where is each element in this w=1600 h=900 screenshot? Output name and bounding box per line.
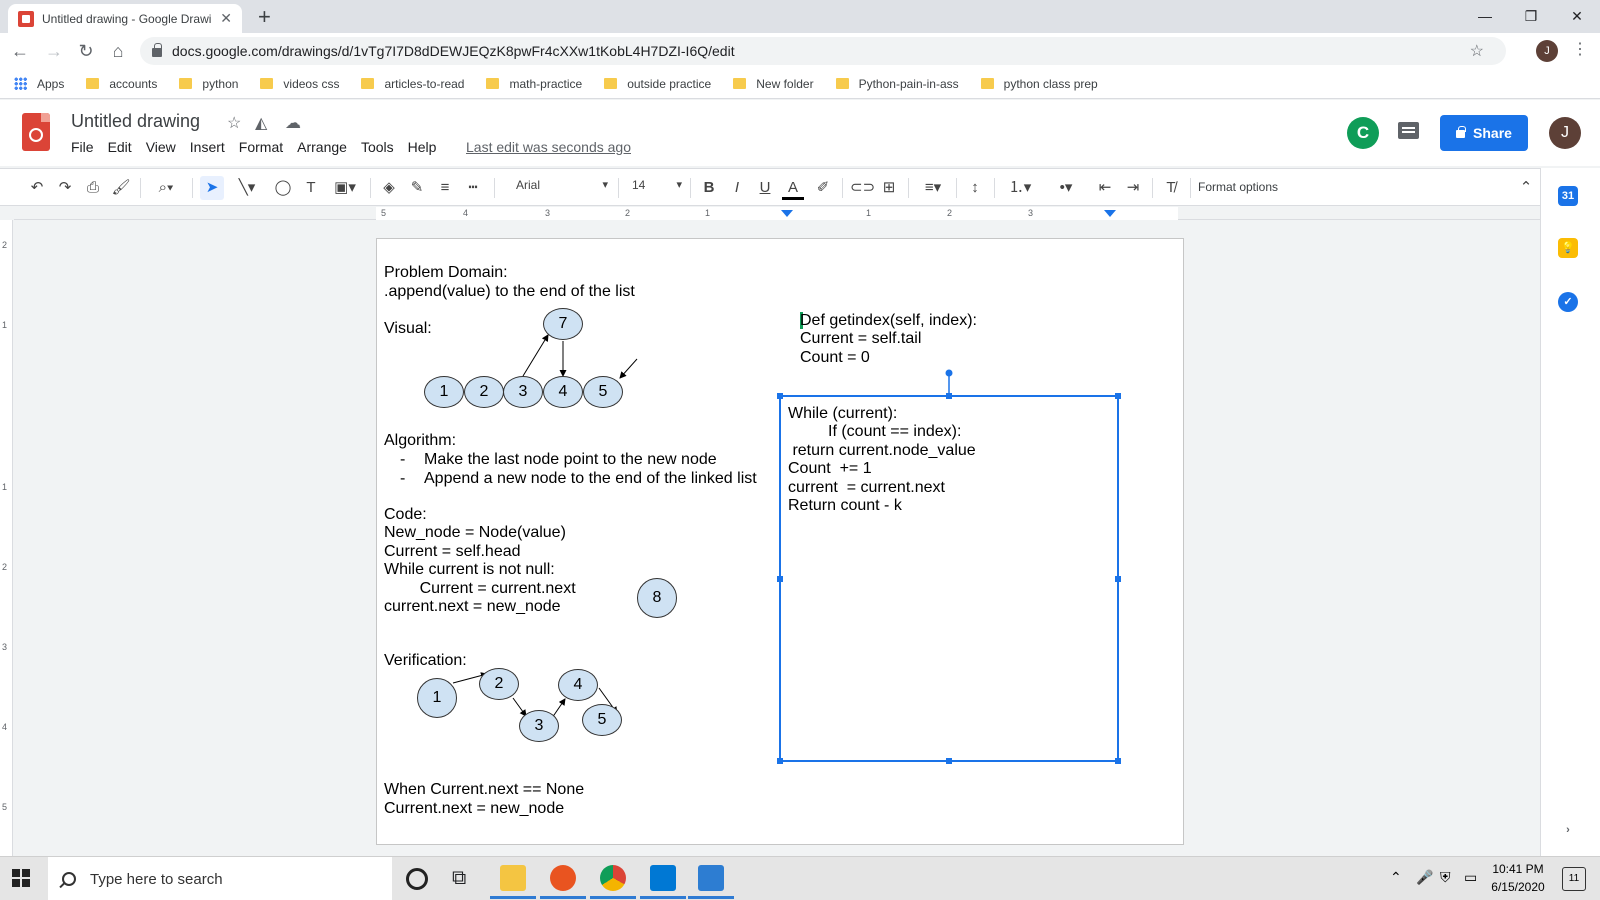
code-label[interactable]: Code:: [384, 506, 427, 525]
resize-handle[interactable]: [946, 393, 952, 399]
rotate-handle[interactable]: [945, 369, 953, 377]
side-panel: 31 💡 ✓ ›: [1540, 168, 1600, 856]
resize-handle[interactable]: [777, 758, 783, 764]
file-explorer-icon[interactable]: [490, 865, 536, 899]
keep-icon[interactable]: 💡: [1558, 238, 1578, 258]
tray-chevron-icon[interactable]: ⌃: [1390, 869, 1402, 886]
problem-domain-label[interactable]: Problem Domain:: [384, 264, 508, 283]
loop-line[interactable]: Return count - k: [788, 497, 902, 516]
visual-node[interactable]: 5: [583, 376, 623, 408]
algorithm-step[interactable]: Make the last node point to the new node: [424, 451, 717, 470]
taskbar-search[interactable]: Type here to search: [48, 857, 392, 900]
loop-line[interactable]: If (count == index):: [788, 423, 961, 442]
visual-label[interactable]: Visual:: [384, 320, 432, 339]
clock-date[interactable]: 6/15/2020: [1488, 880, 1548, 894]
bullet-marker: -: [400, 451, 406, 468]
task-view-icon[interactable]: ⧉: [452, 865, 478, 891]
verification-node[interactable]: 4: [558, 669, 598, 701]
verification-node[interactable]: 5: [582, 704, 622, 736]
append-description[interactable]: .append(value) to the end of the list: [384, 283, 635, 302]
verification-node[interactable]: 2: [479, 668, 519, 700]
verification-node[interactable]: 3: [519, 710, 559, 742]
getindex-line[interactable]: Current = self.tail: [800, 330, 921, 349]
verification-label[interactable]: Verification:: [384, 652, 467, 671]
visual-node[interactable]: 2: [464, 376, 504, 408]
defender-icon[interactable]: ⛨: [1440, 869, 1451, 886]
expand-panel-icon[interactable]: ›: [1558, 820, 1578, 840]
loop-line[interactable]: While (current):: [788, 405, 897, 424]
cortana-icon[interactable]: [406, 868, 428, 890]
code-line[interactable]: New_node = Node(value): [384, 524, 566, 543]
bullet-marker: -: [400, 470, 406, 487]
footer-line[interactable]: When Current.next == None: [384, 781, 584, 800]
app-icon[interactable]: [688, 865, 734, 899]
resize-handle[interactable]: [1115, 393, 1121, 399]
code-line[interactable]: While current is not null:: [384, 561, 555, 580]
visual-node[interactable]: 4: [543, 376, 583, 408]
resize-handle[interactable]: [777, 393, 783, 399]
search-placeholder: Type here to search: [90, 870, 223, 888]
resize-handle[interactable]: [946, 758, 952, 764]
resize-handle[interactable]: [1115, 576, 1121, 582]
tasks-icon[interactable]: ✓: [1558, 292, 1578, 312]
footer-line[interactable]: Current.next = new_node: [384, 800, 564, 819]
arrow-connector[interactable]: [522, 334, 549, 377]
loop-line[interactable]: Count += 1: [788, 460, 872, 479]
arrow-connector[interactable]: [512, 697, 527, 717]
search-icon: [62, 872, 76, 886]
loop-line[interactable]: current = current.next: [788, 479, 945, 498]
clock-time[interactable]: 10:41 PM: [1488, 862, 1548, 876]
visual-node[interactable]: 3: [503, 376, 543, 408]
code-line[interactable]: Current = self.head: [384, 543, 521, 562]
resize-handle[interactable]: [1115, 758, 1121, 764]
resize-handle[interactable]: [777, 576, 783, 582]
verification-node[interactable]: 1: [417, 678, 457, 718]
battery-icon[interactable]: ▭: [1464, 869, 1477, 886]
getindex-line[interactable]: Def getindex(self, index):: [800, 312, 977, 331]
vscode-icon[interactable]: [640, 865, 686, 899]
windows-taskbar: Type here to search ⧉ ⌃ 🎤 ⛨ ▭ 10:41 PM 6…: [0, 856, 1600, 900]
algorithm-label[interactable]: Algorithm:: [384, 432, 456, 451]
chrome-icon[interactable]: [590, 865, 636, 899]
code-line[interactable]: current.next = new_node: [384, 598, 561, 617]
windows-start-icon[interactable]: [12, 869, 30, 887]
code-line[interactable]: Current = current.next: [384, 580, 576, 599]
ubuntu-icon[interactable]: [540, 865, 586, 899]
loop-line[interactable]: return current.node_value: [788, 442, 975, 461]
getindex-line[interactable]: Count = 0: [800, 349, 870, 368]
notification-center-icon[interactable]: 11: [1562, 867, 1586, 891]
microphone-icon[interactable]: 🎤: [1416, 869, 1433, 886]
visual-node[interactable]: 1: [424, 376, 464, 408]
new-node-8[interactable]: 8: [637, 578, 677, 618]
algorithm-step[interactable]: Append a new node to the end of the link…: [424, 470, 757, 489]
arrow-connector[interactable]: [619, 358, 638, 379]
calendar-icon[interactable]: 31: [1558, 186, 1578, 206]
new-visual-node[interactable]: 7: [543, 308, 583, 340]
